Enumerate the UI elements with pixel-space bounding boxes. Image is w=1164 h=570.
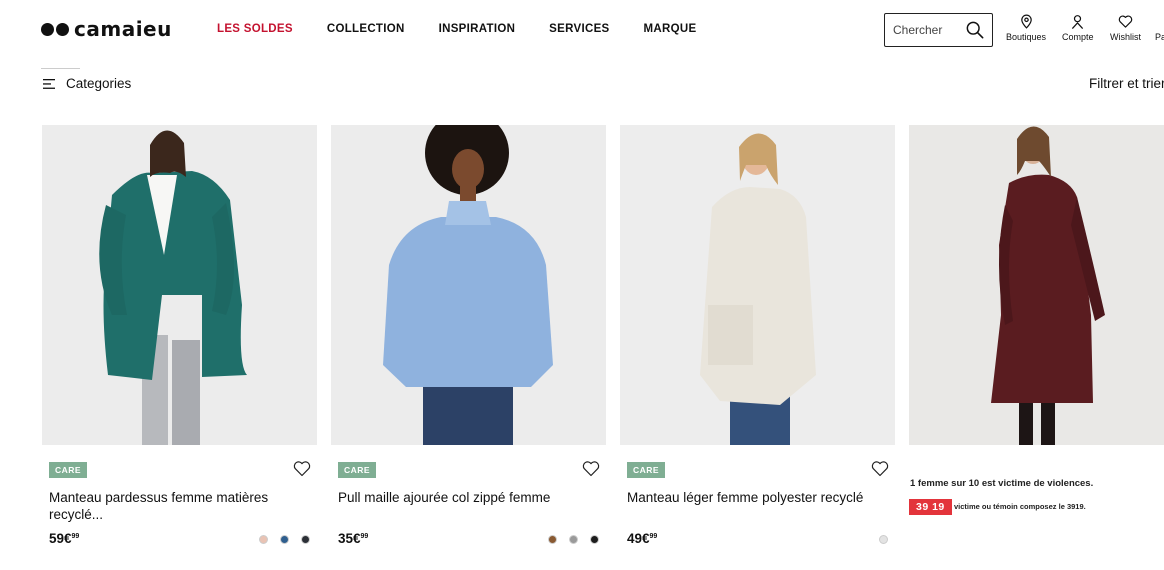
nav-item-collection[interactable]: COLLECTION (327, 23, 405, 35)
product-price: 59€99 (49, 531, 79, 546)
care-badge: CARE (627, 462, 666, 478)
nav-item-inspiration[interactable]: INSPIRATION (439, 23, 516, 35)
color-swatches (259, 535, 310, 544)
price-main: 35€ (338, 531, 361, 546)
color-swatch[interactable] (590, 535, 599, 544)
product-title[interactable]: Manteau pardessus femme matières recyclé… (49, 489, 309, 523)
compte-label: Compte (1062, 32, 1094, 42)
brand-name: camaieu (74, 17, 172, 41)
helpline-number[interactable]: 39 19 (909, 499, 952, 515)
search-box (884, 13, 993, 47)
user-icon (1072, 15, 1084, 29)
color-swatch[interactable] (259, 535, 268, 544)
heart-icon (1118, 15, 1133, 28)
panier-label: Pa (1155, 32, 1164, 42)
wishlist-link[interactable]: Wishlist (1110, 14, 1141, 42)
nav-item-marque[interactable]: MARQUE (644, 23, 697, 35)
menu-icon (43, 78, 55, 89)
care-badge: CARE (338, 462, 377, 478)
compte-link[interactable]: Compte (1062, 14, 1094, 42)
product-image[interactable] (42, 125, 317, 445)
logo-dot (56, 22, 69, 36)
color-swatches (548, 535, 599, 544)
color-swatch[interactable] (879, 535, 888, 544)
logo-dot (41, 22, 54, 36)
search-input[interactable] (893, 23, 963, 37)
price-cents: 99 (649, 533, 658, 540)
product-title[interactable]: Pull maille ajourée col zippé femme (338, 489, 598, 506)
store-pin-icon (1020, 14, 1032, 29)
wishlist-heart-icon[interactable] (871, 460, 889, 477)
color-swatch[interactable] (548, 535, 557, 544)
site-header: camaieu LES SOLDES COLLECTION INSPIRATIO… (0, 0, 1164, 62)
nav-item-services[interactable]: SERVICES (549, 23, 609, 35)
wishlist-heart-icon[interactable] (582, 460, 600, 477)
promo-subtext: victime ou témoin composez le 3919. (954, 502, 1086, 511)
main-nav: LES SOLDES COLLECTION INSPIRATION SERVIC… (217, 23, 696, 35)
panier-link[interactable]: Pa (1155, 14, 1164, 42)
promo-card[interactable]: 1 femme sur 10 est victime de violences.… (909, 125, 1164, 515)
price-cents: 99 (360, 533, 369, 540)
boutiques-label: Boutiques (1006, 32, 1047, 42)
price-cents: 99 (71, 533, 80, 540)
price-main: 49€ (627, 531, 650, 546)
divider (41, 68, 80, 69)
product-price: 35€99 (338, 531, 368, 546)
categories-button[interactable]: Categories (43, 76, 131, 91)
boutiques-link[interactable]: Boutiques (1006, 14, 1046, 42)
wishlist-heart-icon[interactable] (293, 460, 311, 477)
product-card[interactable]: CARE Manteau pardessus femme matières re… (42, 125, 317, 546)
product-image[interactable] (620, 125, 895, 445)
product-title[interactable]: Manteau léger femme polyester recyclé (627, 489, 887, 506)
nav-item-soldes[interactable]: LES SOLDES (217, 23, 293, 35)
price-main: 59€ (49, 531, 72, 546)
wishlist-label: Wishlist (1110, 32, 1141, 42)
categories-label: Categories (66, 76, 132, 91)
color-swatch[interactable] (569, 535, 578, 544)
filter-sort-button[interactable]: Filtrer et trier (1089, 76, 1164, 91)
product-card[interactable]: CARE Pull maille ajourée col zippé femme… (331, 125, 606, 546)
promo-image (909, 125, 1164, 445)
brand-logo[interactable]: camaieu (41, 17, 172, 41)
promo-message: 1 femme sur 10 est victime de violences. (910, 478, 1094, 489)
product-card[interactable]: CARE Manteau léger femme polyester recyc… (620, 125, 895, 546)
product-price: 49€99 (627, 531, 657, 546)
color-swatch[interactable] (280, 535, 289, 544)
color-swatches (879, 535, 888, 544)
color-swatch[interactable] (301, 535, 310, 544)
product-image[interactable] (331, 125, 606, 445)
search-icon[interactable] (966, 21, 984, 39)
care-badge: CARE (49, 462, 88, 478)
